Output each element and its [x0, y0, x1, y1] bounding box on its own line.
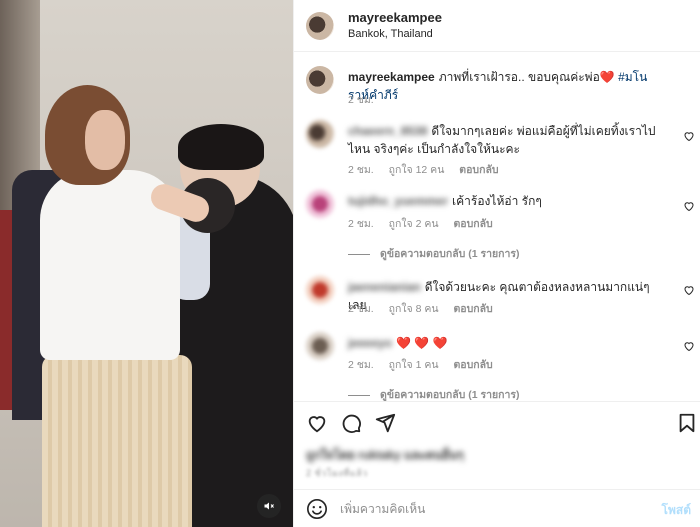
reply-button[interactable]: ตอบกลับ: [459, 164, 498, 176]
caption-username[interactable]: mayreekampee: [348, 70, 435, 84]
comment-body: ❤️ ❤️ ❤️: [396, 336, 448, 350]
comment-likes[interactable]: ถูกใจ 2 คน: [389, 218, 439, 230]
share-icon[interactable]: [374, 412, 396, 434]
post-button[interactable]: โพสต์: [662, 501, 691, 520]
reply-button[interactable]: ตอบกลับ: [453, 303, 492, 315]
comment-time[interactable]: 2 ชม.: [348, 359, 374, 371]
comment-time[interactable]: 2 ชม.: [348, 218, 374, 230]
post-media[interactable]: [0, 0, 293, 527]
bookmark-icon[interactable]: [676, 412, 698, 434]
comment-input[interactable]: [340, 500, 640, 518]
reply-button[interactable]: ตอบกลับ: [453, 359, 492, 371]
comment-meta: 2 ชม. ถูกใจ 2 คน ตอบกลับ: [348, 215, 505, 232]
view-replies-button[interactable]: ดูข้อความตอบกลับ (1 รายการ): [348, 245, 520, 262]
comment-text: jeeeeyo ❤️ ❤️ ❤️: [348, 334, 658, 352]
avatar[interactable]: [306, 332, 334, 360]
mute-icon: [264, 502, 274, 510]
heart-icon[interactable]: [683, 200, 695, 212]
comment-likes[interactable]: ถูกใจ 12 คน: [389, 164, 445, 176]
comment-username[interactable]: chaeern_8538: [348, 124, 427, 138]
comment-body: เค้าร้องไห้อ่า รักๆ: [452, 194, 542, 208]
heart-icon[interactable]: [683, 340, 695, 352]
post-time[interactable]: 2 ชั่วโมงที่แล้ว: [306, 466, 368, 480]
emoji-icon[interactable]: [306, 498, 328, 520]
comment-username[interactable]: tujidho_yuemmer: [348, 194, 448, 208]
comment-meta: 2 ชม. ถูกใจ 8 คน ตอบกลับ: [348, 300, 505, 317]
post-username[interactable]: mayreekampee: [348, 10, 442, 25]
photo-person: [178, 124, 264, 170]
heart-emoji: ❤️: [599, 70, 615, 84]
avatar[interactable]: [306, 66, 334, 94]
caption-meta: 2 ชม.: [348, 91, 386, 108]
comment-meta: 2 ชม. ถูกใจ 12 คน ตอบกลับ: [348, 161, 511, 178]
comment-username[interactable]: jeeeeyo: [348, 336, 392, 350]
photo-person: [42, 355, 192, 527]
comment-text: tujidho_yuemmer เค้าร้องไห้อ่า รักๆ: [348, 192, 658, 210]
post-header: mayreekampee Bankok, Thailand: [294, 0, 700, 52]
comment-meta: 2 ชม. ถูกใจ 1 คน ตอบกลับ: [348, 356, 505, 373]
comment-likes[interactable]: ถูกใจ 1 คน: [389, 359, 439, 371]
mute-button[interactable]: [257, 494, 281, 518]
heart-icon[interactable]: [306, 412, 328, 434]
caption-text: mayreekampee ภาพที่เราเฝ้ารอ.. ขอบคุณค่ะพ…: [348, 68, 658, 104]
caption-body: ภาพที่เราเฝ้ารอ.. ขอบคุณค่ะพ่อ: [438, 70, 600, 84]
heart-icon[interactable]: [683, 130, 695, 142]
post-panel: mayreekampee Bankok, Thailand mayreekamp…: [293, 0, 700, 527]
avatar[interactable]: [306, 276, 334, 304]
heart-icon[interactable]: [683, 284, 695, 296]
comment-time[interactable]: 2 ชม.: [348, 164, 374, 176]
reply-button[interactable]: ตอบกลับ: [453, 218, 492, 230]
comments-list[interactable]: mayreekampee ภาพที่เราเฝ้ารอ.. ขอบคุณค่ะพ…: [294, 53, 700, 401]
photo-person: [85, 110, 125, 170]
avatar[interactable]: [306, 190, 334, 218]
comment-username[interactable]: jaenenianian: [348, 280, 421, 294]
add-comment-bar: โพสต์: [294, 489, 700, 527]
avatar[interactable]: [306, 120, 334, 148]
view-replies-button[interactable]: ดูข้อความตอบกลับ (1 รายการ): [348, 386, 520, 401]
likes-summary[interactable]: ถูกใจโดย ruktaky และคนอื่นๆ: [306, 446, 464, 465]
comment-text: chaeern_8538 ดีใจมากๆเลยค่ะ พ่อแม่คือผู้ท…: [348, 122, 658, 158]
post-location[interactable]: Bankok, Thailand: [348, 28, 433, 40]
comment-icon[interactable]: [340, 412, 362, 434]
comment-time[interactable]: 2 ชม.: [348, 303, 374, 315]
avatar[interactable]: [306, 12, 334, 40]
caption-time[interactable]: 2 ชม.: [348, 94, 374, 106]
action-bar: [294, 401, 700, 443]
comment-likes[interactable]: ถูกใจ 8 คน: [389, 303, 439, 315]
